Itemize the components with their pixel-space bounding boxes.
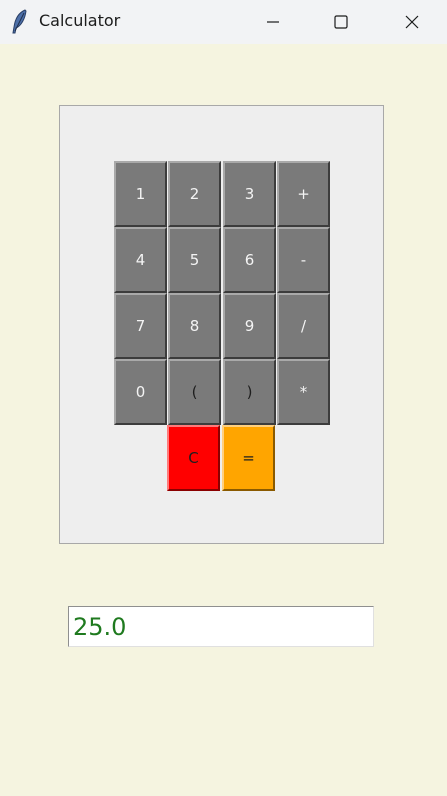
result-display[interactable]: 25.0 [68, 606, 374, 647]
window-title: Calculator [39, 11, 121, 30]
key-5[interactable]: 5 [168, 227, 221, 293]
key-1[interactable]: 1 [114, 161, 167, 227]
equals-button[interactable]: = [222, 425, 275, 491]
key-multiply[interactable]: * [277, 359, 330, 425]
key-0[interactable]: 0 [114, 359, 167, 425]
key-8[interactable]: 8 [168, 293, 221, 359]
key-2[interactable]: 2 [168, 161, 221, 227]
clear-button[interactable]: C [167, 425, 220, 491]
key-minus[interactable]: - [277, 227, 330, 293]
key-divide[interactable]: / [277, 293, 330, 359]
keypad-panel: 1 2 3 + 4 5 6 - 7 8 9 / 0 ( ) * C = [59, 105, 384, 544]
minimize-icon [265, 14, 281, 30]
maximize-button[interactable] [310, 0, 372, 44]
close-icon [404, 14, 420, 30]
key-9[interactable]: 9 [223, 293, 276, 359]
key-4[interactable]: 4 [114, 227, 167, 293]
key-close-paren[interactable]: ) [223, 359, 276, 425]
key-7[interactable]: 7 [114, 293, 167, 359]
close-button[interactable] [381, 0, 443, 44]
key-3[interactable]: 3 [223, 161, 276, 227]
key-open-paren[interactable]: ( [168, 359, 221, 425]
maximize-icon [333, 14, 349, 30]
key-plus[interactable]: + [277, 161, 330, 227]
title-bar: Calculator [0, 0, 447, 44]
minimize-button[interactable] [242, 0, 304, 44]
feather-icon [10, 9, 30, 35]
key-6[interactable]: 6 [223, 227, 276, 293]
